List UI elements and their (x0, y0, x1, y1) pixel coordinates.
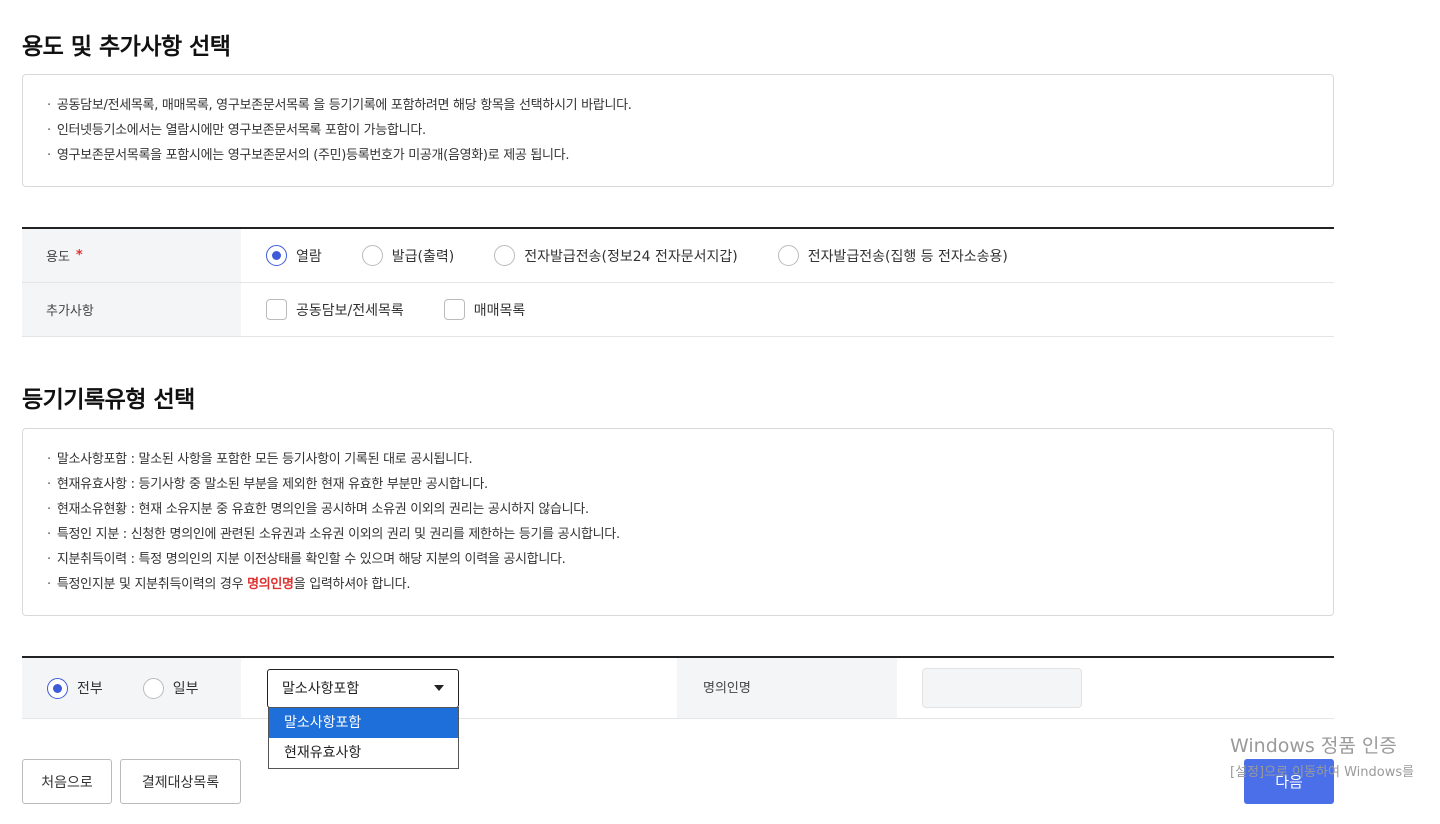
purpose-radio-label: 발급(출력) (391, 248, 455, 265)
record-type-notice-box: 말소사항포함 : 말소된 사항을 포함한 모든 등기사항이 기록된 대로 공시됩… (22, 428, 1334, 616)
scope-radio-all[interactable]: 전부 (47, 677, 103, 699)
radio-icon[interactable] (142, 677, 164, 699)
extras-checkbox-label: 공동담보/전세목록 (296, 302, 404, 319)
notice-highlight: 명의인명 (247, 577, 294, 592)
watermark-title: Windows 정품 인증 (1230, 735, 1397, 757)
purpose-radio-label: 열람 (296, 248, 322, 265)
extras-options: 공동담보/전세목록 매매목록 (241, 283, 1334, 336)
radio-icon[interactable] (494, 245, 516, 266)
purpose-radio-view[interactable]: 열람 (266, 245, 322, 266)
purpose-notice-box: 공동담보/전세목록, 매매목록, 영구보존문서목록 을 등기기록에 포함하려면 … (22, 74, 1334, 187)
owner-name-label: 명의인명 (677, 658, 897, 718)
notice-item: 지분취득이력 : 특정 명의인의 지분 이전상태를 확인할 수 있으며 해당 지… (47, 547, 1309, 572)
purpose-label: 용도 (46, 250, 70, 265)
purpose-label-cell: 용도 * (22, 229, 241, 282)
purpose-options: 열람 발급(출력) 전자발급전송(정보24 전자문서지갑) 전자발급전송(집행 … (241, 229, 1334, 282)
radio-icon[interactable] (361, 245, 383, 266)
radio-checked-icon[interactable] (266, 245, 287, 266)
owner-name-cell (897, 658, 1334, 718)
next-button[interactable]: 다음 (1244, 759, 1334, 804)
notice-item: 말소사항포함 : 말소된 사항을 포함한 모든 등기사항이 기록된 대로 공시됩… (47, 447, 1309, 472)
owner-name-input[interactable] (922, 668, 1082, 708)
required-mark: * (75, 248, 83, 263)
record-type-dropdown: 말소사항포함 현재유효사항 (268, 707, 459, 769)
notice-item: 특정인 지분 : 신청한 명의인에 관련된 소유권과 소유권 이외의 권리 및 … (47, 522, 1309, 547)
purpose-radio-issue[interactable]: 발급(출력) (361, 245, 455, 266)
record-type-select[interactable]: 말소사항포함 (267, 668, 459, 708)
purpose-radio-e-transfer-gov24[interactable]: 전자발급전송(정보24 전자문서지갑) (494, 245, 738, 266)
scope-radio-label: 일부 (172, 681, 199, 697)
scope-radio-partial[interactable]: 일부 (142, 677, 199, 699)
notice-item: 공동담보/전세목록, 매매목록, 영구보존문서목록 을 등기기록에 포함하려면 … (47, 93, 1309, 118)
dropdown-option-currently-valid[interactable]: 현재유효사항 (269, 738, 458, 768)
notice-suffix: 을 입력하셔야 합니다. (293, 577, 411, 592)
radio-icon[interactable] (777, 245, 799, 266)
scope-options: 전부 일부 (22, 658, 241, 718)
radio-checked-icon[interactable] (47, 677, 68, 699)
payment-list-button[interactable]: 결제대상목록 (120, 759, 241, 804)
purpose-form-table: 용도 * 열람 발급(출력) 전자발급전송(정보24 전자문서지갑) 전자발급전… (22, 227, 1334, 337)
purpose-radio-label: 전자발급전송(집행 등 전자소송용) (807, 248, 1008, 265)
notice-prefix: 특정인지분 및 지분취득이력의 경우 (56, 577, 248, 592)
extras-label: 추가사항 (46, 304, 94, 319)
home-button[interactable]: 처음으로 (22, 759, 112, 804)
section-title-record-type: 등기기록유형 선택 (22, 387, 195, 413)
scope-radio-label: 전부 (77, 681, 103, 697)
notice-item: 현재유효사항 : 등기사항 중 말소된 부분을 제외한 현재 유효한 부분만 공… (47, 472, 1309, 497)
section-title-purpose: 용도 및 추가사항 선택 (22, 34, 231, 60)
purpose-radio-label: 전자발급전송(정보24 전자문서지갑) (524, 248, 738, 265)
purpose-radio-e-transfer-court[interactable]: 전자발급전송(집행 등 전자소송용) (777, 245, 1008, 266)
extras-label-cell: 추가사항 (22, 283, 241, 336)
record-type-form: 전부 일부 말소사항포함 명의인명 (22, 656, 1334, 719)
extras-row: 추가사항 공동담보/전세목록 매매목록 (22, 283, 1334, 337)
notice-item: 영구보존문서목록을 포함시에는 영구보존문서의 (주민)등록번호가 미공개(음영… (47, 143, 1309, 168)
dropdown-option-cancelled-included[interactable]: 말소사항포함 (269, 708, 458, 738)
record-type-select-value: 말소사항포함 (282, 681, 360, 697)
extras-checkbox-label: 매매목록 (473, 302, 526, 319)
notice-item: 현재소유현황 : 현재 소유지분 중 유효한 명의인을 공시하며 소유권 이외의… (47, 497, 1309, 522)
extras-checkbox-sales-list[interactable]: 매매목록 (443, 299, 526, 320)
extras-checkbox-joint-collateral[interactable]: 공동담보/전세목록 (266, 299, 404, 320)
checkbox-icon[interactable] (443, 299, 465, 320)
checkbox-icon[interactable] (266, 299, 287, 320)
caret-down-icon (434, 685, 444, 691)
purpose-row: 용도 * 열람 발급(출력) 전자발급전송(정보24 전자문서지갑) 전자발급전… (22, 229, 1334, 283)
notice-item-owner-required: 특정인지분 및 지분취득이력의 경우 명의인명을 입력하셔야 합니다. (47, 572, 1309, 597)
notice-item: 인터넷등기소에서는 열람시에만 영구보존문서목록 포함이 가능합니다. (47, 118, 1309, 143)
